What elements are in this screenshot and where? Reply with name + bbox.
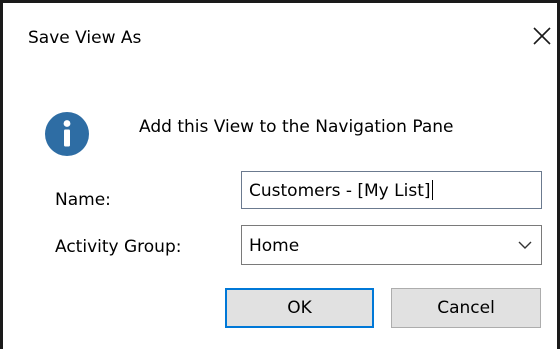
message-text: Add this View to the Navigation Pane xyxy=(139,117,454,137)
activity-group-select[interactable]: Home xyxy=(241,225,542,265)
ok-button[interactable]: OK xyxy=(225,288,374,328)
chevron-down-icon xyxy=(518,239,532,251)
info-icon xyxy=(44,111,90,157)
activity-group-label: Activity Group: xyxy=(55,237,182,257)
close-button[interactable] xyxy=(531,25,553,47)
text-caret xyxy=(431,180,433,200)
name-input-value: Customers - [My List] xyxy=(249,180,433,201)
save-view-as-dialog: Save View As Add this View to the Naviga… xyxy=(0,0,560,349)
cancel-button[interactable]: Cancel xyxy=(391,288,541,328)
activity-group-value: Home xyxy=(249,236,300,256)
dialog-title: Save View As xyxy=(28,28,142,48)
name-label: Name: xyxy=(55,190,111,210)
close-icon xyxy=(531,25,553,47)
name-input[interactable]: Customers - [My List] xyxy=(241,171,542,209)
